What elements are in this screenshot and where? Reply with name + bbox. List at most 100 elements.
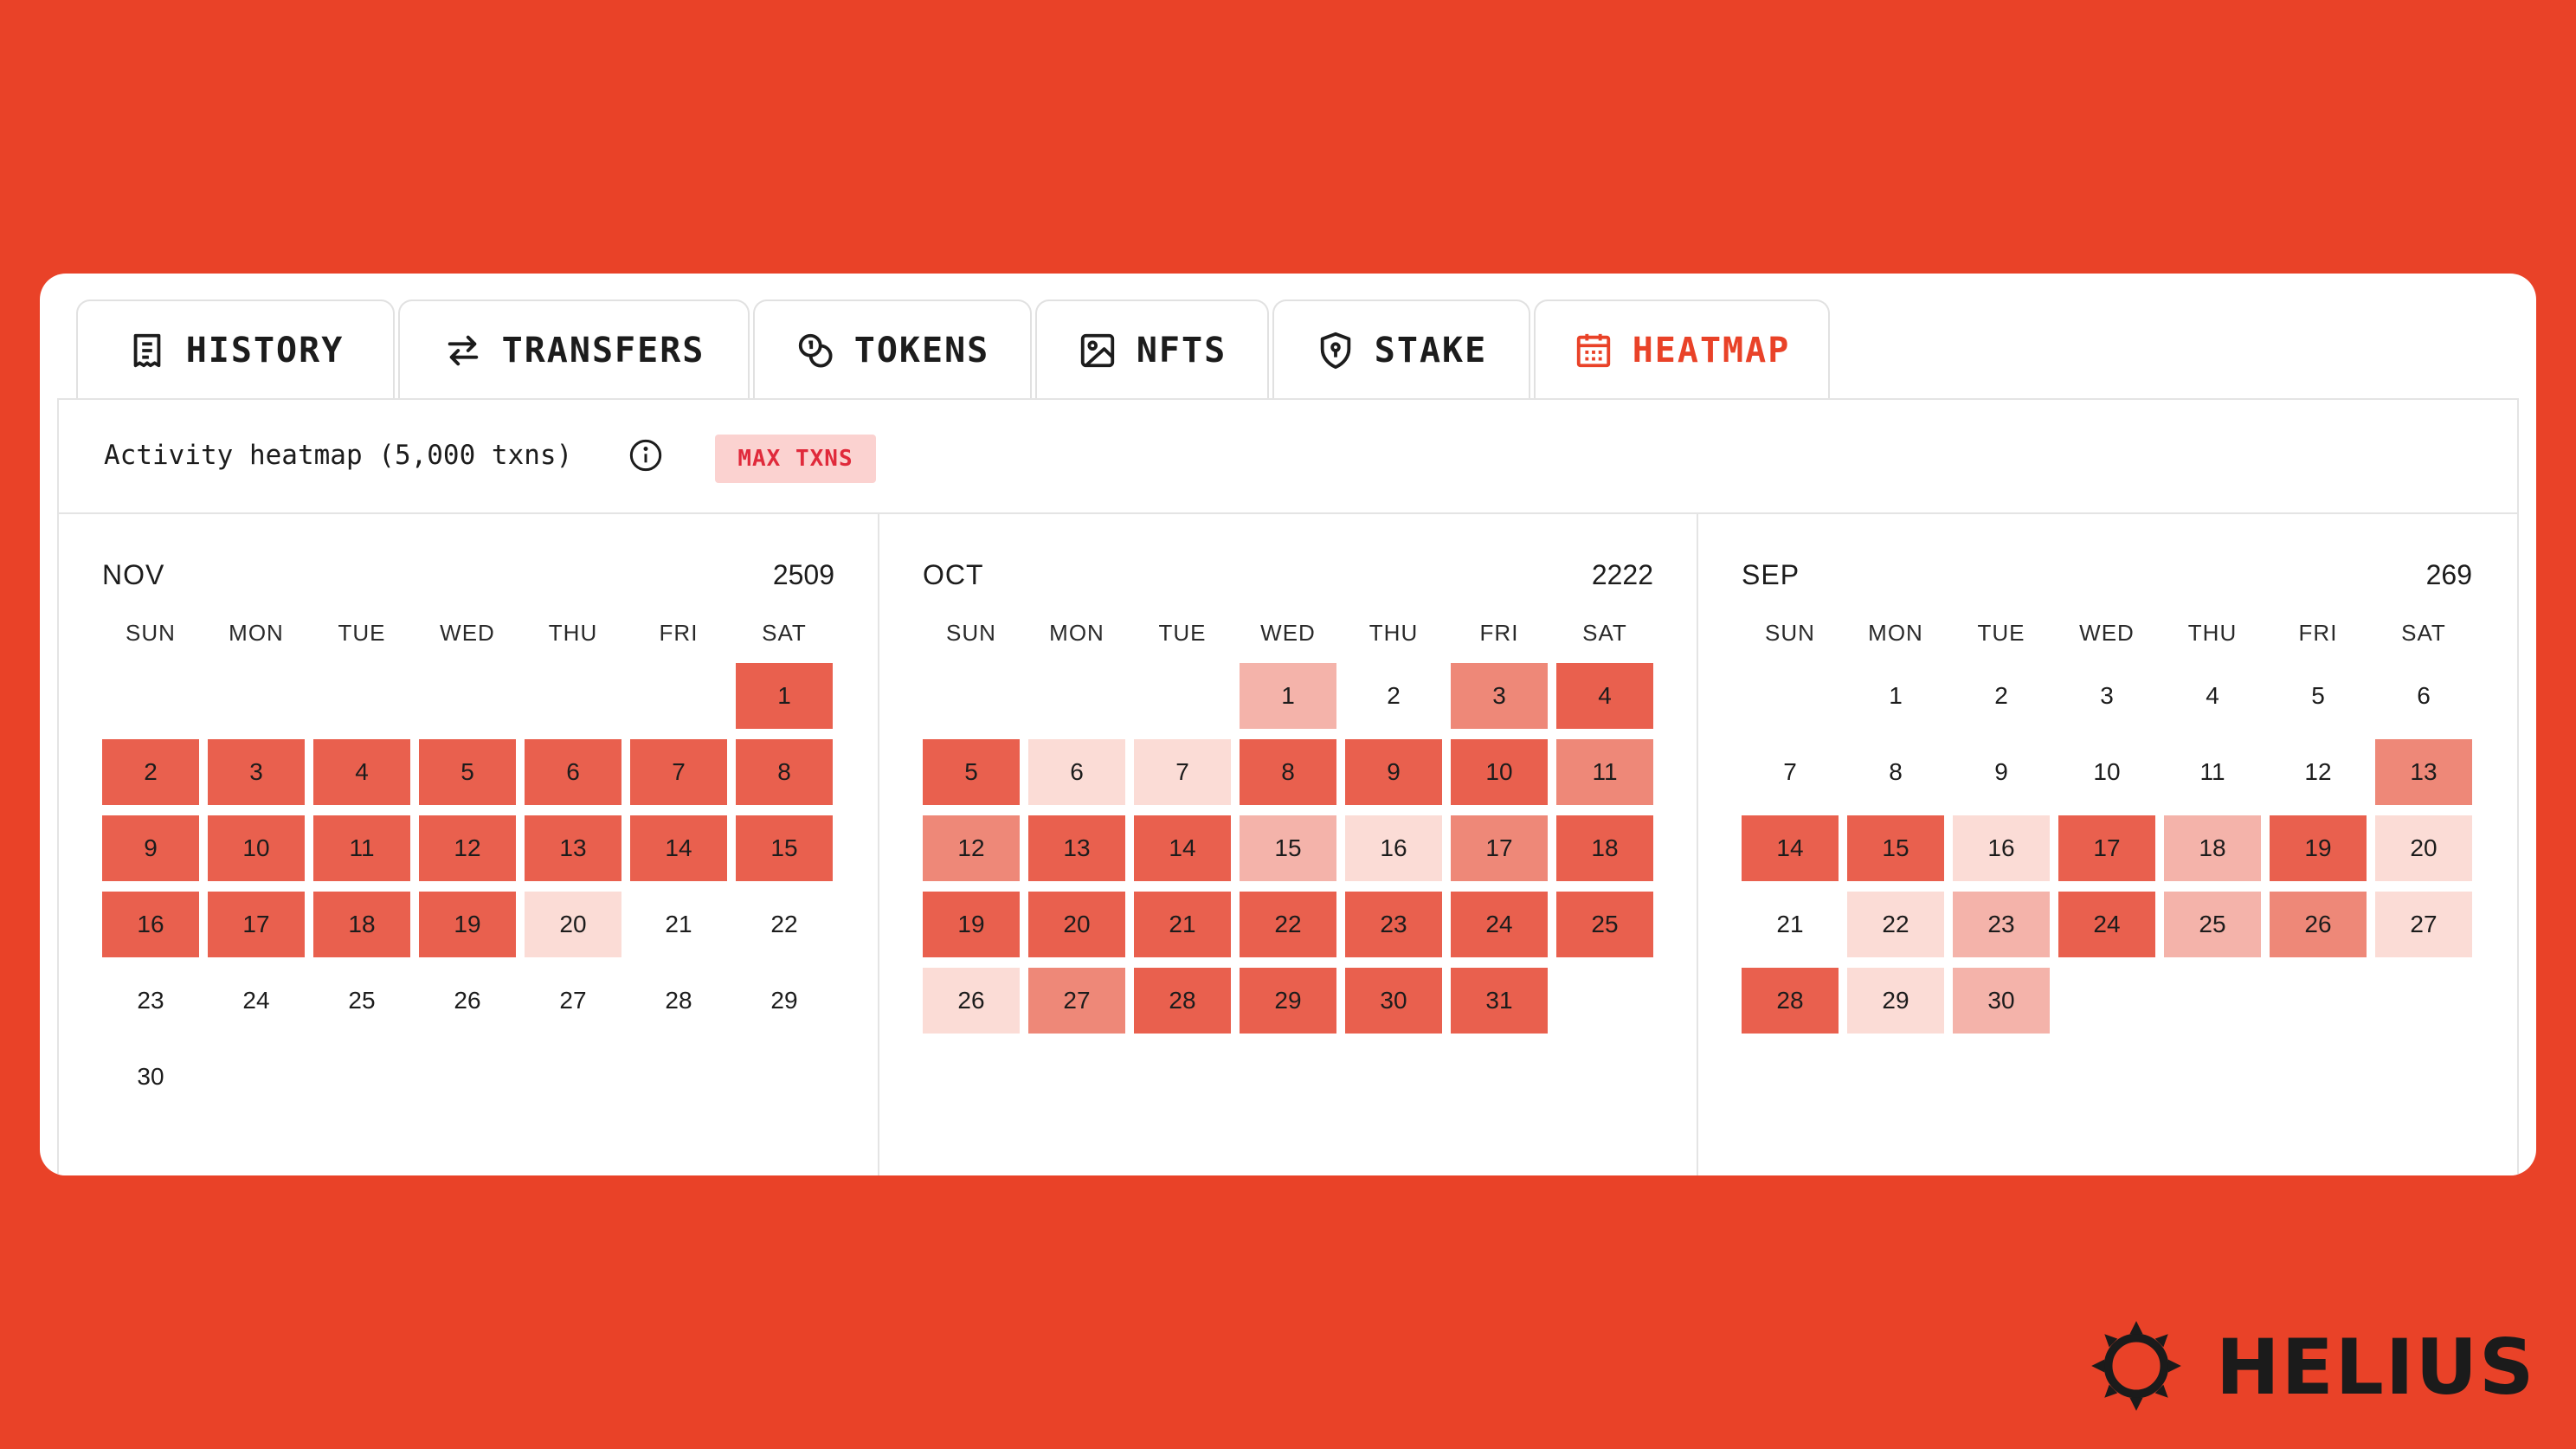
day-cell[interactable]: 1 (1240, 663, 1336, 729)
info-icon[interactable] (628, 438, 663, 473)
day-cell[interactable]: 25 (313, 968, 410, 1034)
day-cell[interactable]: 21 (1134, 892, 1231, 957)
day-cell[interactable]: 13 (525, 815, 621, 881)
day-cell[interactable]: 26 (419, 968, 516, 1034)
wallet-card: HISTORY TRANSFERS TOKENS NFTS STAKE HEAT… (40, 274, 2536, 1175)
tab-nfts[interactable]: NFTS (1035, 299, 1269, 400)
day-cell[interactable]: 31 (1451, 968, 1548, 1034)
tab-transfers[interactable]: TRANSFERS (398, 299, 750, 400)
tab-stake[interactable]: STAKE (1272, 299, 1530, 400)
tab-history[interactable]: HISTORY (76, 299, 395, 400)
day-cell[interactable]: 1 (1847, 663, 1944, 729)
day-cell[interactable]: 26 (2270, 892, 2367, 957)
day-cell[interactable]: 23 (102, 968, 199, 1034)
day-cell[interactable]: 7 (630, 739, 727, 805)
day-cell[interactable]: 18 (1556, 815, 1653, 881)
day-cell[interactable]: 26 (923, 968, 1020, 1034)
day-cell[interactable]: 16 (1345, 815, 1442, 881)
day-cell[interactable]: 28 (1742, 968, 1839, 1034)
day-cell[interactable]: 4 (1556, 663, 1653, 729)
day-cell[interactable]: 7 (1742, 739, 1839, 805)
day-cell[interactable]: 3 (208, 739, 305, 805)
day-cell[interactable]: 17 (1451, 815, 1548, 881)
day-cell[interactable]: 15 (1240, 815, 1336, 881)
day-cell[interactable]: 7 (1134, 739, 1231, 805)
day-cell[interactable]: 28 (1134, 968, 1231, 1034)
day-cell[interactable]: 19 (419, 892, 516, 957)
day-cell[interactable]: 4 (2164, 663, 2261, 729)
day-cell[interactable]: 9 (1345, 739, 1442, 805)
day-cell[interactable]: 14 (1742, 815, 1839, 881)
day-cell[interactable]: 12 (419, 815, 516, 881)
day-cell[interactable]: 10 (208, 815, 305, 881)
day-cell[interactable]: 13 (2375, 739, 2472, 805)
day-cell[interactable]: 2 (102, 739, 199, 805)
day-cell[interactable]: 15 (1847, 815, 1944, 881)
day-cell[interactable]: 24 (2058, 892, 2155, 957)
day-cell[interactable]: 14 (630, 815, 727, 881)
day-cell[interactable]: 2 (1953, 663, 2050, 729)
tab-heatmap[interactable]: HEATMAP (1534, 299, 1830, 400)
day-cell[interactable]: 4 (313, 739, 410, 805)
day-cell[interactable]: 17 (2058, 815, 2155, 881)
day-cell[interactable]: 18 (2164, 815, 2261, 881)
day-cell[interactable]: 11 (313, 815, 410, 881)
day-cell[interactable]: 3 (1451, 663, 1548, 729)
day-cell[interactable]: 6 (1028, 739, 1125, 805)
day-cell[interactable]: 9 (1953, 739, 2050, 805)
day-cell[interactable]: 2 (1345, 663, 1442, 729)
day-cell[interactable]: 24 (208, 968, 305, 1034)
day-cell[interactable]: 17 (208, 892, 305, 957)
day-cell[interactable]: 14 (1134, 815, 1231, 881)
day-cell[interactable]: 27 (1028, 968, 1125, 1034)
day-cell[interactable]: 22 (736, 892, 833, 957)
day-cell[interactable]: 11 (2164, 739, 2261, 805)
day-cell[interactable]: 5 (419, 739, 516, 805)
day-cell[interactable]: 19 (2270, 815, 2367, 881)
day-cell[interactable]: 10 (2058, 739, 2155, 805)
day-cell[interactable]: 16 (102, 892, 199, 957)
day-cell[interactable]: 20 (1028, 892, 1125, 957)
day-cell[interactable]: 25 (1556, 892, 1653, 957)
day-cell[interactable]: 25 (2164, 892, 2261, 957)
day-cell[interactable]: 24 (1451, 892, 1548, 957)
day-cell[interactable]: 20 (525, 892, 621, 957)
day-cell[interactable]: 5 (923, 739, 1020, 805)
day-cell[interactable]: 22 (1240, 892, 1336, 957)
day-cell[interactable]: 12 (923, 815, 1020, 881)
day-cell[interactable]: 8 (1847, 739, 1944, 805)
day-cell[interactable]: 23 (1953, 892, 2050, 957)
day-cell[interactable]: 8 (736, 739, 833, 805)
day-cell[interactable]: 9 (102, 815, 199, 881)
day-cell[interactable]: 30 (1345, 968, 1442, 1034)
day-cell[interactable]: 29 (1240, 968, 1336, 1034)
weekday-label: WED (440, 620, 495, 646)
day-cell[interactable]: 21 (1742, 892, 1839, 957)
day-cell[interactable]: 20 (2375, 815, 2472, 881)
day-cell[interactable]: 29 (1847, 968, 1944, 1034)
day-cell[interactable]: 29 (736, 968, 833, 1034)
day-cell[interactable]: 23 (1345, 892, 1442, 957)
day-cell[interactable]: 11 (1556, 739, 1653, 805)
day-cell[interactable]: 16 (1953, 815, 2050, 881)
day-cell[interactable]: 3 (2058, 663, 2155, 729)
day-cell[interactable]: 27 (2375, 892, 2472, 957)
day-cell[interactable]: 22 (1847, 892, 1944, 957)
day-cell[interactable]: 6 (525, 739, 621, 805)
day-cell[interactable]: 1 (736, 663, 833, 729)
day-cell[interactable]: 30 (1953, 968, 2050, 1034)
day-cell[interactable]: 13 (1028, 815, 1125, 881)
day-cell[interactable]: 30 (102, 1044, 199, 1110)
day-cell[interactable]: 28 (630, 968, 727, 1034)
day-cell[interactable]: 5 (2270, 663, 2367, 729)
day-cell[interactable]: 15 (736, 815, 833, 881)
tab-tokens[interactable]: TOKENS (753, 299, 1032, 400)
day-cell[interactable]: 12 (2270, 739, 2367, 805)
day-cell[interactable]: 21 (630, 892, 727, 957)
day-cell[interactable]: 10 (1451, 739, 1548, 805)
day-cell[interactable]: 6 (2375, 663, 2472, 729)
day-cell[interactable]: 27 (525, 968, 621, 1034)
day-cell[interactable]: 19 (923, 892, 1020, 957)
day-cell[interactable]: 18 (313, 892, 410, 957)
day-cell[interactable]: 8 (1240, 739, 1336, 805)
